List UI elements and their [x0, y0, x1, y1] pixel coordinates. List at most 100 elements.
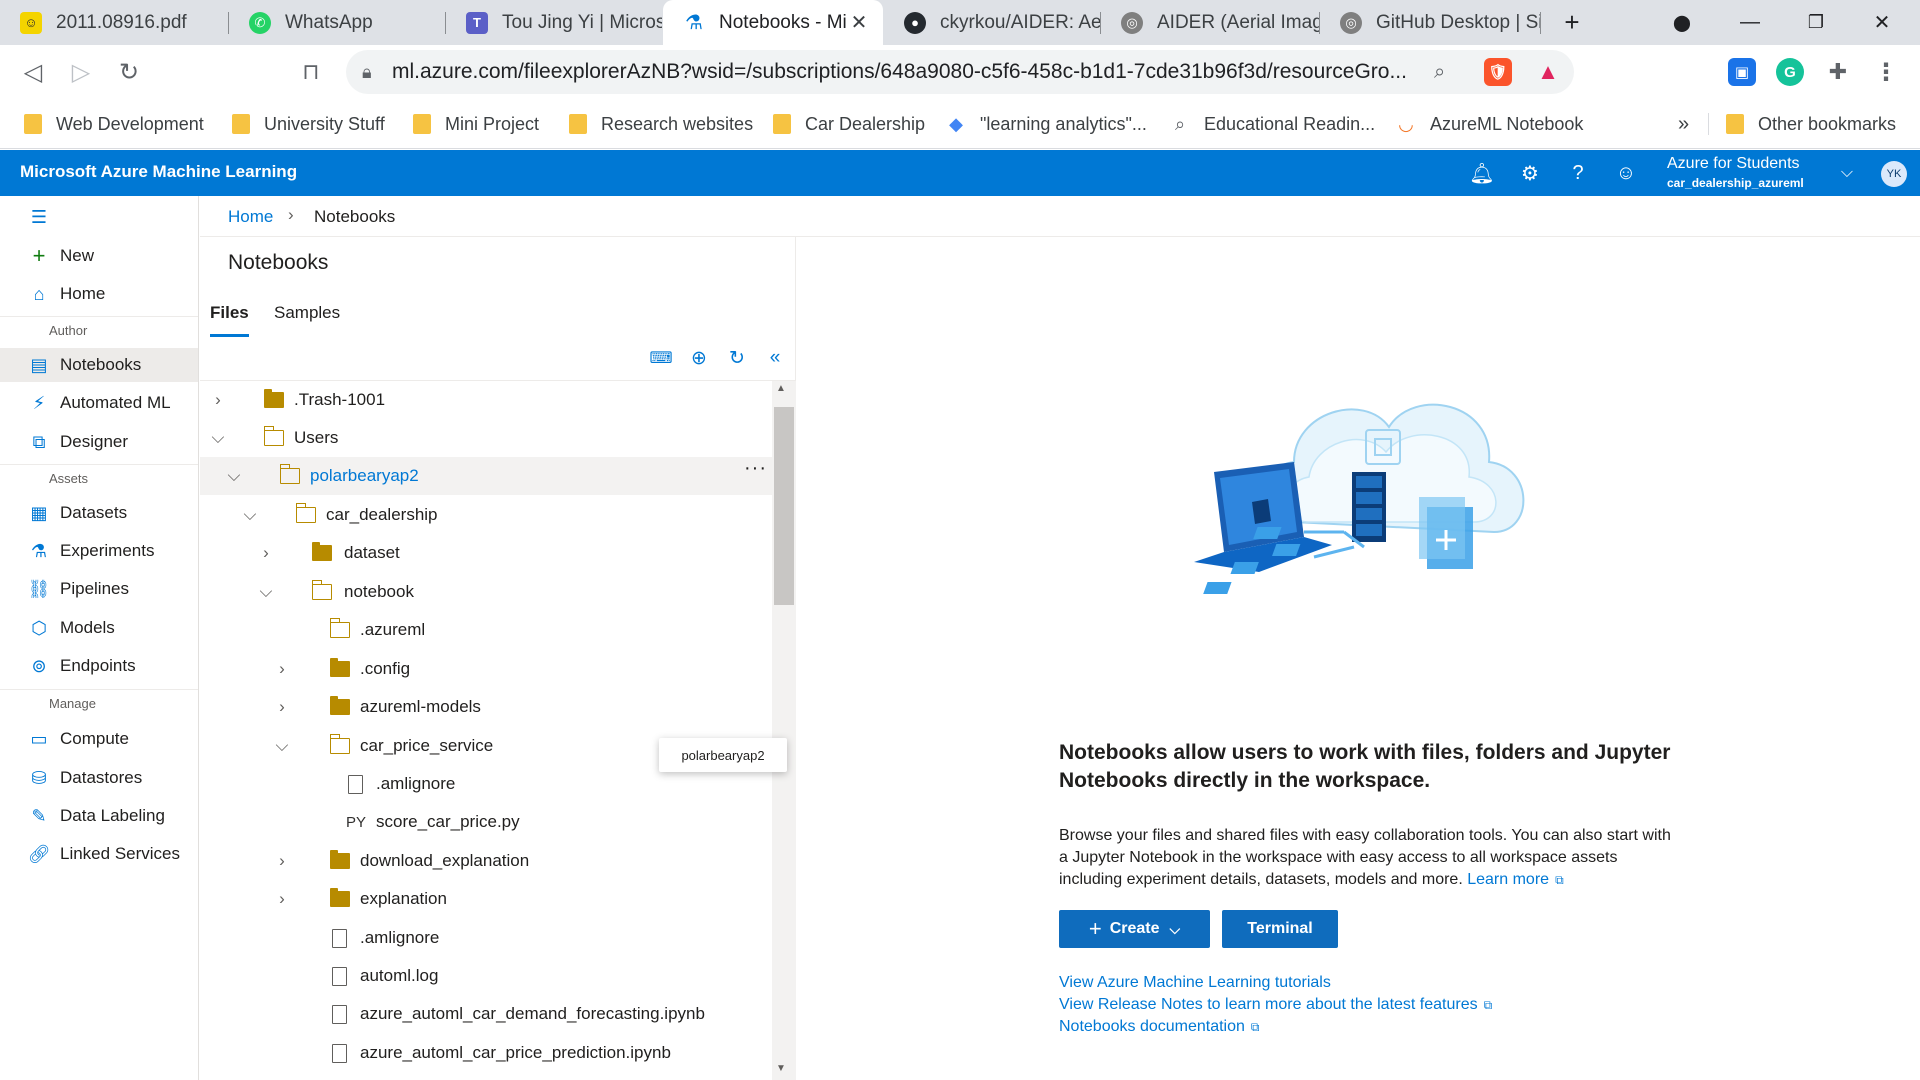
chevron-right-icon[interactable]: › [272, 659, 292, 679]
workspace-name[interactable]: car_dealership_azureml [1667, 176, 1804, 190]
tree-row-folder[interactable]: .azureml [200, 611, 772, 649]
release-notes-link[interactable]: View Release Notes to learn more about t… [1059, 996, 1492, 1014]
zoom-icon[interactable]: ⌕ [1434, 61, 1445, 84]
chevron-down-icon[interactable]: ⌵ [240, 505, 260, 525]
scroll-up-icon[interactable]: ▲ [776, 383, 786, 394]
nav-automated-ml[interactable]: ⚡ Automated ML [0, 386, 198, 420]
chevron-down-icon[interactable]: ⌵ [224, 466, 244, 486]
help-icon[interactable]: ? [1562, 158, 1594, 188]
tab-files[interactable]: Files [210, 303, 249, 337]
terminal-button[interactable]: Terminal [1222, 910, 1338, 948]
bookmark-link[interactable]: ⌕ Educational Readin... [1170, 109, 1375, 139]
nav-pipelines[interactable]: ⛓ Pipelines [0, 572, 198, 606]
chevron-down-icon[interactable]: ⌵ [208, 428, 228, 448]
tree-row-file[interactable]: azure_automl_car_price_prediction.ipynb [200, 1034, 772, 1072]
scrollbar-thumb[interactable] [774, 407, 794, 605]
refresh-icon[interactable]: ↻ [724, 345, 750, 371]
tab-close-icon[interactable]: ✕ [847, 10, 871, 35]
chevron-right-icon[interactable]: › [272, 697, 292, 717]
terminal-icon[interactable]: ⌨ [648, 345, 674, 371]
back-button[interactable]: ◁ [14, 53, 52, 91]
tree-row-file[interactable]: PY score_car_price.py [200, 803, 772, 841]
new-tab-button[interactable]: + [1542, 0, 1602, 45]
app-brand[interactable]: Microsoft Azure Machine Learning [20, 162, 297, 182]
tab-samples[interactable]: Samples [274, 303, 340, 323]
browser-tab[interactable]: ● ckyrkou/AIDER: Aeria [884, 0, 1100, 45]
browser-tab[interactable]: ◎ GitHub Desktop | Sin [1320, 0, 1540, 45]
tree-row-file[interactable]: azure_automl_car_demand_forecasting.ipyn… [200, 995, 772, 1033]
bookmark-icon[interactable]: ⊓ [292, 53, 330, 91]
minimize-button[interactable]: — [1720, 0, 1780, 45]
hamburger-menu[interactable]: ☰ [0, 200, 198, 234]
scroll-down-icon[interactable]: ▼ [776, 1063, 786, 1074]
address-bar[interactable]: 🔒︎ ml.azure.com/fileexplorerAzNB?wsid=/s… [346, 50, 1574, 94]
tree-row-folder[interactable]: › azureml-models [200, 688, 772, 726]
tutorials-link[interactable]: View Azure Machine Learning tutorials [1059, 974, 1331, 992]
nav-endpoints[interactable]: ⊚ Endpoints [0, 649, 198, 683]
tree-row-file[interactable]: automl.log [200, 957, 772, 995]
menu-icon[interactable]: ⋮ [1872, 58, 1900, 86]
browser-tab[interactable]: ◎ AIDER (Aerial Image [1101, 0, 1319, 45]
browser-tab[interactable]: T Tou Jing Yi | Microso [446, 0, 662, 45]
collapse-panel-icon[interactable]: « [762, 345, 788, 371]
nav-designer[interactable]: ⧉ Designer [0, 425, 198, 459]
nav-compute[interactable]: ▭ Compute [0, 722, 198, 756]
bookmark-link[interactable]: ◆ "learning analytics"... [946, 109, 1147, 139]
grammarly-icon[interactable]: G [1776, 58, 1804, 86]
close-window-button[interactable]: ✕ [1852, 0, 1912, 45]
browser-tab[interactable]: ✆ WhatsApp [229, 0, 445, 45]
tab-search-icon[interactable]: ⬤ [1652, 0, 1712, 45]
chevron-right-icon[interactable]: › [272, 851, 292, 871]
browser-tab-active[interactable]: ⚗ Notebooks - Mic ✕ [663, 0, 883, 45]
bookmark-link[interactable]: ◡ AzureML Notebook [1396, 109, 1583, 139]
tree-row-folder[interactable]: › .config [200, 650, 772, 688]
chevron-down-icon[interactable]: ⌵ [256, 582, 276, 602]
nav-datastores[interactable]: ⛁ Datastores [0, 761, 198, 795]
tree-row-folder[interactable]: › .Trash-1001 [200, 381, 772, 419]
bookmark-folder[interactable]: Car Dealership [773, 109, 925, 139]
brave-rewards-icon[interactable]: ▲ [1534, 58, 1562, 86]
notebooks-docs-link[interactable]: Notebooks documentation ⧉ [1059, 1018, 1259, 1036]
restore-button[interactable]: ❐ [1786, 0, 1846, 45]
breadcrumb-home-link[interactable]: Home [228, 207, 273, 227]
chevron-right-icon[interactable]: › [256, 543, 276, 563]
more-options-icon[interactable]: ··· [744, 457, 767, 480]
nav-notebooks[interactable]: ▤ Notebooks [0, 348, 198, 382]
nav-data-labeling[interactable]: ✎ Data Labeling [0, 799, 198, 833]
tree-row-folder-selected[interactable]: ⌵ polarbearyap2 ··· [200, 457, 772, 495]
chevron-down-icon[interactable]: ⌵ [272, 736, 292, 756]
tree-row-file[interactable]: .amlignore [200, 919, 772, 957]
chevron-down-icon[interactable]: ⌵ [1831, 158, 1863, 188]
chevron-right-icon[interactable]: › [272, 889, 292, 909]
create-button[interactable]: + Create ⌵ [1059, 910, 1210, 948]
forward-button[interactable]: ▷ [62, 53, 100, 91]
nav-datasets[interactable]: ▦ Datasets [0, 496, 198, 530]
add-file-icon[interactable]: ⊕ [686, 345, 712, 371]
other-bookmarks-folder[interactable]: Other bookmarks [1726, 109, 1896, 139]
bookmarks-overflow-button[interactable]: » [1678, 109, 1689, 139]
bookmark-folder[interactable]: Web Development [24, 109, 204, 139]
tree-row-folder[interactable]: › explanation [200, 880, 772, 918]
brave-shield-icon[interactable]: 🛡︎ [1484, 58, 1512, 86]
learn-more-link[interactable]: Learn more ⧉ [1467, 871, 1563, 888]
bookmark-folder[interactable]: Research websites [569, 109, 753, 139]
nav-home[interactable]: ⌂ Home [0, 277, 198, 311]
url-text[interactable]: ml.azure.com/fileexplorerAzNB?wsid=/subs… [392, 60, 1422, 84]
extension-icon[interactable]: ▣ [1728, 58, 1756, 86]
bookmark-folder[interactable]: University Stuff [232, 109, 385, 139]
tree-row-folder[interactable]: › dataset [200, 534, 772, 572]
tree-row-folder[interactable]: ⌵ notebook [200, 573, 772, 611]
tree-row-folder[interactable]: ⌵ car_dealership [200, 496, 772, 534]
feedback-smiley-icon[interactable]: ☺ [1610, 158, 1642, 188]
extensions-puzzle-icon[interactable]: ✚ [1824, 58, 1852, 86]
reload-button[interactable]: ↻ [110, 53, 148, 91]
avatar[interactable]: YK [1881, 161, 1907, 187]
tree-row-folder[interactable]: ⌵ Users [200, 419, 772, 457]
chevron-right-icon[interactable]: › [208, 390, 228, 410]
notifications-bell-icon[interactable]: 🔔︎ [1466, 158, 1498, 188]
nav-models[interactable]: ⬡ Models [0, 611, 198, 645]
nav-linked-services[interactable]: 🔗︎ Linked Services [0, 837, 198, 871]
nav-experiments[interactable]: ⚗ Experiments [0, 534, 198, 568]
browser-tab[interactable]: ☺ 2011.08916.pdf [0, 0, 228, 45]
tree-row-folder[interactable]: › download_explanation [200, 842, 772, 880]
